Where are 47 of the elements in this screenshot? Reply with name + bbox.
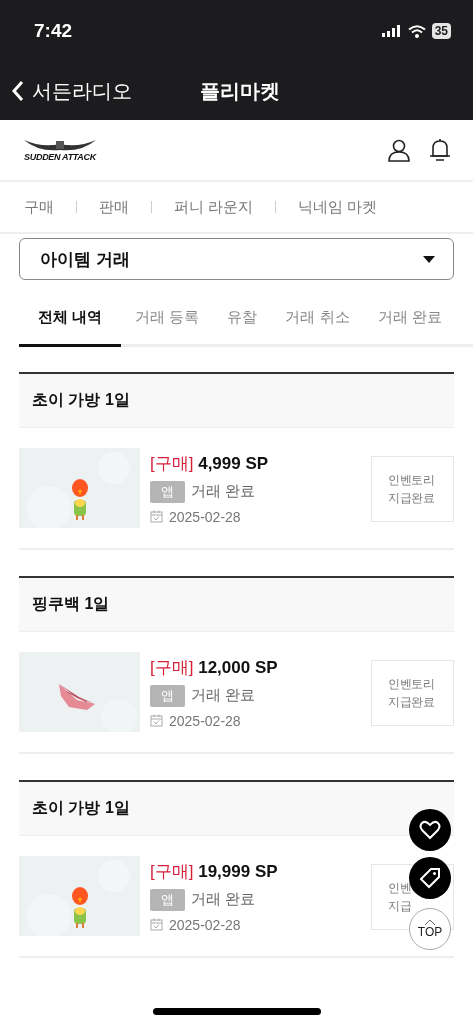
channel-badge: 앱	[150, 480, 185, 503]
back-icon	[12, 80, 24, 102]
calendar-icon	[150, 714, 163, 727]
item-name: 핑쿠백 1일	[19, 578, 454, 631]
filter-tab[interactable]: 전체 내역	[19, 290, 122, 347]
trade-status: 거래 완료	[191, 482, 256, 501]
channel-badge: 앱	[150, 684, 185, 707]
page-title: 플리마켓	[200, 78, 280, 104]
bell-icon[interactable]	[429, 138, 451, 162]
filter-tab[interactable]: 거래 등록	[121, 290, 214, 347]
filter-tab[interactable]: 거래 완료	[363, 290, 456, 347]
calendar-icon	[150, 510, 163, 523]
signal-icon	[381, 25, 402, 37]
heart-icon	[419, 820, 441, 840]
battery-level: 35	[431, 23, 451, 39]
filter-tab[interactable]: 거래 취소	[271, 290, 364, 347]
favorite-quick-menu[interactable]	[409, 809, 451, 851]
calendar-icon	[150, 918, 163, 931]
caret-icon	[423, 255, 435, 263]
menu-link[interactable]: 판매	[99, 197, 129, 217]
tag-icon	[419, 867, 441, 889]
filter-tab[interactable]: 유찰	[213, 290, 272, 347]
trade-price: [구매] 12,000 SP	[150, 656, 278, 679]
trade-status: 거래 완료	[191, 686, 256, 705]
status-time: 7:42	[34, 20, 73, 42]
trade-date: 2025-02-28	[169, 916, 241, 933]
channel-badge: 앱	[150, 888, 185, 911]
category-dropdown[interactable]: 아이템 거래	[19, 238, 454, 280]
item-name: 초이 가방 1일	[19, 782, 454, 835]
back-button[interactable]: 서든라디오	[12, 77, 132, 105]
wifi-icon	[407, 24, 426, 38]
user-icon[interactable]	[387, 138, 411, 162]
trade-price: [구매] 19,999 SP	[150, 860, 278, 883]
menu-link[interactable]: 퍼니 라운지	[174, 197, 254, 217]
scroll-top-quick-menu[interactable]: TOP	[409, 908, 451, 950]
delivery-status-button[interactable]: 인벤토리 지급완료	[371, 456, 454, 522]
item-name: 초이 가방 1일	[19, 374, 454, 427]
caret-up-icon	[424, 919, 436, 925]
menu-link[interactable]: 닉네임 마켓	[298, 197, 378, 217]
tag-quick-menu[interactable]	[409, 857, 451, 899]
trade-date: 2025-02-28	[169, 712, 241, 729]
trade-price: [구매] 4,999 SP	[150, 452, 269, 475]
game-logo[interactable]: SUDDEN ATTACK	[22, 138, 98, 162]
trade-status: 거래 완료	[191, 890, 256, 909]
menu-link[interactable]: 구매	[24, 197, 54, 217]
trade-date: 2025-02-28	[169, 508, 241, 525]
delivery-status-button[interactable]: 인벤토리 지급완료	[371, 660, 454, 726]
